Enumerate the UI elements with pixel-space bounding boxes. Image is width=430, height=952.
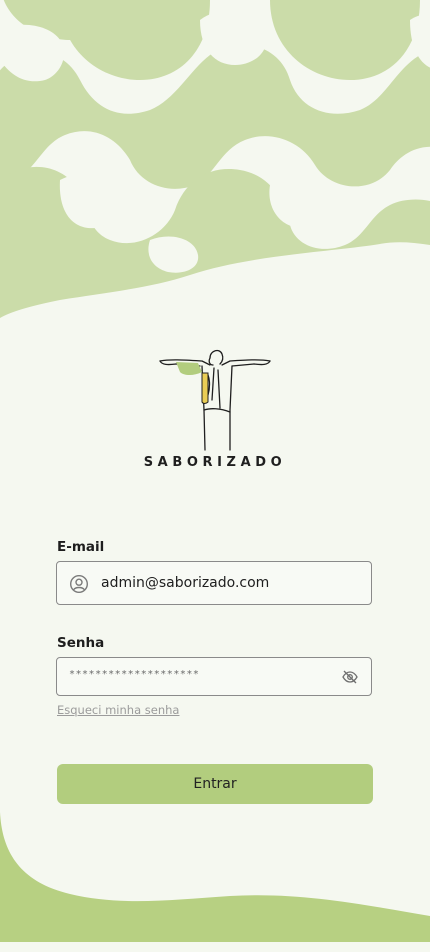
user-circle-icon <box>69 574 89 594</box>
email-field[interactable]: admin@saborizado.com <box>56 561 372 605</box>
eye-off-icon[interactable] <box>341 668 359 686</box>
login-screen: SABORIZADO E-mail admin@saborizado.com S… <box>0 0 430 952</box>
password-input-value[interactable]: ******************** <box>69 669 199 680</box>
email-input-value[interactable]: admin@saborizado.com <box>101 575 269 591</box>
wave-pattern-header <box>0 0 430 330</box>
brand-name: SABORIZADO <box>143 455 287 470</box>
login-button[interactable]: Entrar <box>57 764 373 804</box>
christ-the-redeemer-icon <box>159 349 271 451</box>
password-field[interactable]: ******************** <box>56 657 372 696</box>
wave-footer <box>0 812 430 952</box>
forgot-password-link[interactable]: Esqueci minha senha <box>57 703 179 717</box>
email-label: E-mail <box>57 539 105 555</box>
password-label: Senha <box>57 635 105 651</box>
